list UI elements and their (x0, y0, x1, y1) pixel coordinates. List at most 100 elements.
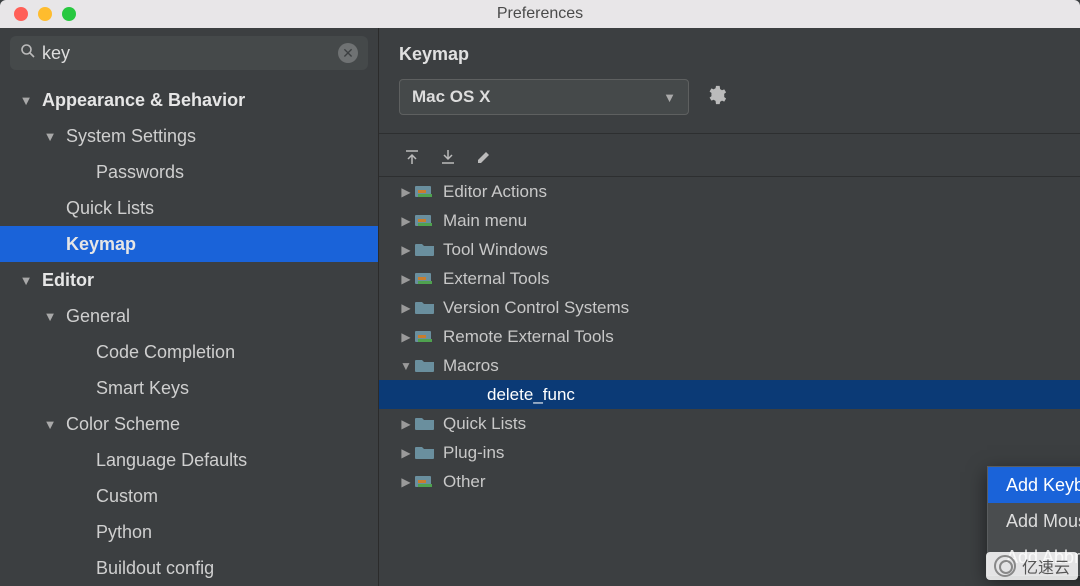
folder-icon (415, 445, 435, 461)
disclosure-arrow-icon: ▶ (397, 446, 415, 460)
stack-icon (415, 184, 435, 200)
sidebar-item-quick-lists[interactable]: Quick Lists (0, 190, 378, 226)
watermark-text: 亿速云 (1022, 554, 1070, 578)
sidebar-item-label: Quick Lists (66, 198, 154, 219)
disclosure-arrow-icon: ▶ (397, 417, 415, 431)
main-header: Keymap (379, 28, 1080, 65)
sidebar-item-keymap[interactable]: Keymap (0, 226, 378, 262)
disclosure-arrow-icon: ▼ (18, 93, 34, 108)
sidebar-item-label: Appearance & Behavior (42, 90, 245, 111)
keymap-dropdown[interactable]: Mac OS X ▼ (399, 79, 689, 115)
sidebar-item-language-defaults[interactable]: Language Defaults (0, 442, 378, 478)
menu-item-add-keyboard-shortcut[interactable]: Add Keyboard Shortcut (988, 467, 1080, 503)
sidebar-item-label: Buildout config (96, 558, 214, 579)
action-row-main-menu[interactable]: ▶ Main menu (379, 206, 1080, 235)
disclosure-arrow-icon: ▶ (397, 301, 415, 315)
disclosure-arrow-icon: ▶ (397, 330, 415, 344)
disclosure-arrow-icon: ▶ (397, 272, 415, 286)
action-row-label: Quick Lists (443, 414, 526, 434)
sidebar-item-label: Passwords (96, 162, 184, 183)
sidebar-item-label: Python (96, 522, 152, 543)
sidebar-item-smart-keys[interactable]: Smart Keys (0, 370, 378, 406)
sidebar-item-label: Code Completion (96, 342, 235, 363)
sidebar-item-label: Editor (42, 270, 94, 291)
window-controls (0, 7, 76, 21)
action-row-other[interactable]: ▶ Other (379, 467, 1080, 496)
collapse-all-icon[interactable] (439, 148, 457, 166)
stack-icon (415, 271, 435, 287)
disclosure-arrow-icon: ▶ (397, 214, 415, 228)
page-title: Keymap (399, 44, 1080, 65)
sidebar-item-label: Language Defaults (96, 450, 247, 471)
action-row-label: Editor Actions (443, 182, 547, 202)
chevron-down-icon: ▼ (663, 90, 676, 105)
search-container: ✕ (0, 36, 378, 82)
sidebar-item-code-completion[interactable]: Code Completion (0, 334, 378, 370)
gear-icon[interactable] (705, 84, 727, 111)
window-title: Preferences (497, 5, 583, 23)
action-row-label: Macros (443, 356, 499, 376)
action-row-label: Other (443, 472, 486, 492)
action-row-label: Main menu (443, 211, 527, 231)
sidebar-item-label: General (66, 306, 130, 327)
action-row-editor-actions[interactable]: ▶ Editor Actions (379, 177, 1080, 206)
sidebar-item-label: Color Scheme (66, 414, 180, 435)
action-row-label: Version Control Systems (443, 298, 629, 318)
action-row-label: External Tools (443, 269, 549, 289)
action-row-macros[interactable]: ▼ Macros (379, 351, 1080, 380)
minimize-window-button[interactable] (38, 7, 52, 21)
disclosure-arrow-icon: ▼ (42, 309, 58, 324)
sidebar-item-label: Keymap (66, 234, 136, 255)
sidebar-item-buildout-config[interactable]: Buildout config (0, 550, 378, 586)
sidebar-item-custom[interactable]: Custom (0, 478, 378, 514)
disclosure-arrow-icon: ▼ (42, 129, 58, 144)
sidebar-item-label: System Settings (66, 126, 196, 147)
action-row-label: delete_func (487, 385, 575, 405)
action-row-tool-windows[interactable]: ▶ Tool Windows (379, 235, 1080, 264)
sidebar-item-python[interactable]: Python (0, 514, 378, 550)
action-row-delete-func[interactable]: delete_func (379, 380, 1080, 409)
folder-icon (415, 300, 435, 316)
sidebar-item-appearance-behavior[interactable]: ▼ Appearance & Behavior (0, 82, 378, 118)
disclosure-arrow-icon: ▶ (397, 243, 415, 257)
sidebar-item-passwords[interactable]: Passwords (0, 154, 378, 190)
folder-icon (415, 358, 435, 374)
main-panel: Keymap Mac OS X ▼ (378, 28, 1080, 586)
action-row-label: Plug-ins (443, 443, 504, 463)
zoom-window-button[interactable] (62, 7, 76, 21)
search-input-wrapper[interactable]: ✕ (10, 36, 368, 70)
sidebar-item-label: Smart Keys (96, 378, 189, 399)
sidebar-item-editor[interactable]: ▼ Editor (0, 262, 378, 298)
disclosure-arrow-icon: ▼ (18, 273, 34, 288)
folder-icon (415, 416, 435, 432)
watermark: 亿速云 (986, 552, 1078, 580)
disclosure-arrow-icon: ▶ (397, 185, 415, 199)
action-row-external-tools[interactable]: ▶ External Tools (379, 264, 1080, 293)
action-row-remote-external-tools[interactable]: ▶Remote External Tools (379, 322, 1080, 351)
watermark-icon (994, 555, 1016, 577)
edit-icon[interactable] (475, 148, 493, 166)
stack-icon (415, 329, 435, 345)
disclosure-arrow-icon: ▶ (397, 475, 415, 489)
sidebar-item-color-scheme[interactable]: ▼ Color Scheme (0, 406, 378, 442)
keymap-dropdown-value: Mac OS X (412, 87, 490, 107)
sidebar: ✕ ▼ Appearance & Behavior ▼ System Settings… (0, 28, 378, 586)
action-row-version-control-systems[interactable]: ▶ Version Control Systems (379, 293, 1080, 322)
menu-item-add-mouse-shortcut[interactable]: Add Mouse Shortcut (988, 503, 1080, 539)
search-input[interactable] (42, 43, 338, 64)
settings-tree[interactable]: ▼ Appearance & Behavior ▼ System Settings Pa… (0, 82, 378, 586)
action-row-label: Tool Windows (443, 240, 548, 260)
expand-all-icon[interactable] (403, 148, 421, 166)
folder-icon (415, 242, 435, 258)
action-tree[interactable]: ▶ Editor Actions ▶ Main menu ▶ Tool Windows ▶ E… (379, 177, 1080, 586)
tree-toolbar (379, 134, 1080, 177)
disclosure-arrow-icon: ▼ (42, 417, 58, 432)
clear-search-icon[interactable]: ✕ (338, 43, 358, 63)
sidebar-item-general[interactable]: ▼ General (0, 298, 378, 334)
close-window-button[interactable] (14, 7, 28, 21)
action-row-plug-ins[interactable]: ▶ Plug-ins (379, 438, 1080, 467)
action-row-quick-lists[interactable]: ▶ Quick Lists (379, 409, 1080, 438)
preferences-window: Preferences ✕ ▼ Appearance & Behavior ▼ Sys… (0, 0, 1080, 586)
disclosure-arrow-icon: ▼ (397, 359, 415, 373)
sidebar-item-system-settings[interactable]: ▼ System Settings (0, 118, 378, 154)
